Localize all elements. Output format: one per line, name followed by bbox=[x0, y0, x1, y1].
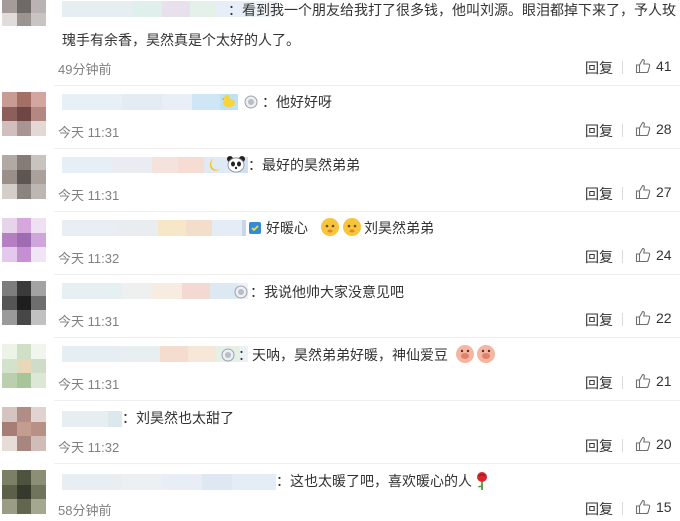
comment-actions: 回复 21 bbox=[585, 373, 680, 391]
comment-text: ：最好的昊然弟弟 bbox=[248, 157, 360, 173]
comment-time: 今天 11:31 bbox=[58, 314, 120, 329]
medal-badge-icon bbox=[221, 348, 235, 367]
row-divider bbox=[54, 85, 680, 86]
row-divider bbox=[54, 211, 680, 212]
like-count: 24 bbox=[656, 247, 672, 263]
comment-text: 好暖心 bbox=[266, 220, 308, 236]
row-divider bbox=[54, 337, 680, 338]
comment-time: 今天 11:31 bbox=[58, 125, 120, 140]
comment-actions: 回复 15 bbox=[585, 499, 680, 517]
like-button[interactable]: 22 bbox=[635, 310, 672, 326]
like-button[interactable]: 15 bbox=[635, 499, 672, 515]
like-count: 22 bbox=[656, 310, 672, 326]
like-button[interactable]: 27 bbox=[635, 184, 672, 200]
reply-button[interactable]: 回复 bbox=[585, 499, 613, 519]
comment-text: ：刘昊然也太甜了 bbox=[122, 410, 234, 426]
avatar[interactable] bbox=[2, 281, 46, 325]
thumbs-up-icon bbox=[635, 436, 651, 452]
divider bbox=[622, 250, 623, 263]
comment-time: 今天 11:31 bbox=[58, 188, 120, 203]
thumbs-up-icon bbox=[635, 373, 651, 389]
thumbs-up-icon bbox=[635, 247, 651, 263]
row-divider bbox=[54, 148, 680, 149]
thumbs-up-icon bbox=[635, 499, 651, 515]
username-blurred[interactable] bbox=[62, 473, 276, 491]
comment-text: 瑰手有余香，昊然真是个太好的人了。 bbox=[62, 32, 300, 48]
row-divider bbox=[54, 274, 680, 275]
avatar[interactable] bbox=[2, 407, 46, 451]
comment-time: 49分钟前 bbox=[58, 62, 112, 77]
like-count: 15 bbox=[656, 499, 672, 515]
divider bbox=[622, 61, 623, 74]
panda-emoji-icon bbox=[226, 155, 246, 178]
divider bbox=[622, 376, 623, 389]
comment-time: 今天 11:31 bbox=[58, 377, 120, 392]
avatar[interactable] bbox=[2, 218, 46, 262]
reply-button[interactable]: 回复 bbox=[585, 58, 613, 78]
avatar[interactable] bbox=[2, 155, 46, 199]
comment-actions: 回复 22 bbox=[585, 310, 680, 328]
thumbs-up-icon bbox=[635, 310, 651, 326]
divider bbox=[622, 439, 623, 452]
divider bbox=[622, 313, 623, 326]
like-count: 28 bbox=[656, 121, 672, 137]
like-button[interactable]: 24 bbox=[635, 247, 672, 263]
thumbs-up-icon bbox=[635, 58, 651, 74]
comment-time: 58分钟前 bbox=[58, 503, 112, 518]
cute-face-emoji-icon bbox=[320, 217, 364, 242]
comment-text: 刘昊然弟弟 bbox=[364, 220, 434, 236]
pig-face-emoji-icon bbox=[455, 344, 497, 369]
reply-button[interactable]: 回复 bbox=[585, 184, 613, 204]
medal-badge-icon bbox=[244, 95, 258, 114]
rose-icon bbox=[474, 471, 490, 496]
reply-button[interactable]: 回复 bbox=[585, 373, 613, 393]
like-button[interactable]: 20 bbox=[635, 436, 672, 452]
comment-actions: 回复 20 bbox=[585, 436, 680, 454]
comment-actions: 回复 27 bbox=[585, 184, 680, 202]
like-button[interactable]: 28 bbox=[635, 121, 672, 137]
username-blurred[interactable] bbox=[62, 410, 122, 428]
like-button[interactable]: 21 bbox=[635, 373, 672, 389]
comment-actions: 回复 24 bbox=[585, 247, 680, 265]
divider bbox=[622, 187, 623, 200]
badge-icon bbox=[248, 221, 262, 240]
avatar[interactable] bbox=[2, 0, 46, 26]
moon-emoji-icon bbox=[209, 157, 222, 178]
avatar[interactable] bbox=[2, 92, 46, 136]
reply-button[interactable]: 回复 bbox=[585, 247, 613, 267]
comment-time: 今天 11:32 bbox=[58, 440, 120, 455]
divider bbox=[622, 502, 623, 515]
username-blurred[interactable] bbox=[62, 219, 246, 237]
like-count: 27 bbox=[656, 184, 672, 200]
username-blurred[interactable] bbox=[62, 282, 248, 300]
comment-text: ：这也太暖了吧，喜欢暖心的人 bbox=[276, 473, 472, 489]
thumbs-up-icon bbox=[635, 121, 651, 137]
reply-button[interactable]: 回复 bbox=[585, 310, 613, 330]
reply-button[interactable]: 回复 bbox=[585, 121, 613, 141]
duck-emoji-icon bbox=[221, 93, 237, 114]
like-button[interactable]: 41 bbox=[635, 58, 672, 74]
like-count: 21 bbox=[656, 373, 672, 389]
comment-text: ：看到我一个朋友给我打了很多钱，他叫刘源。眼泪都掉下来了，予人玫 bbox=[228, 2, 676, 18]
thumbs-up-icon bbox=[635, 184, 651, 200]
comment-text: ：我说他帅大家没意见吧 bbox=[250, 284, 404, 300]
like-count: 41 bbox=[656, 58, 672, 74]
row-divider bbox=[54, 400, 680, 401]
comment-actions: 回复 41 bbox=[585, 58, 680, 76]
avatar[interactable] bbox=[2, 344, 46, 388]
username-blurred[interactable] bbox=[62, 93, 238, 111]
medal-badge-icon bbox=[234, 285, 248, 304]
avatar[interactable] bbox=[2, 470, 46, 514]
row-divider bbox=[54, 463, 680, 464]
like-count: 20 bbox=[656, 436, 672, 452]
comment-text: ：他好好呀 bbox=[262, 94, 332, 110]
comment-time: 今天 11:32 bbox=[58, 251, 120, 266]
comment-text: ：天呐，昊然弟弟好暖，神仙爱豆 bbox=[238, 347, 448, 363]
reply-button[interactable]: 回复 bbox=[585, 436, 613, 456]
divider bbox=[622, 124, 623, 137]
comment-actions: 回复 28 bbox=[585, 121, 680, 139]
